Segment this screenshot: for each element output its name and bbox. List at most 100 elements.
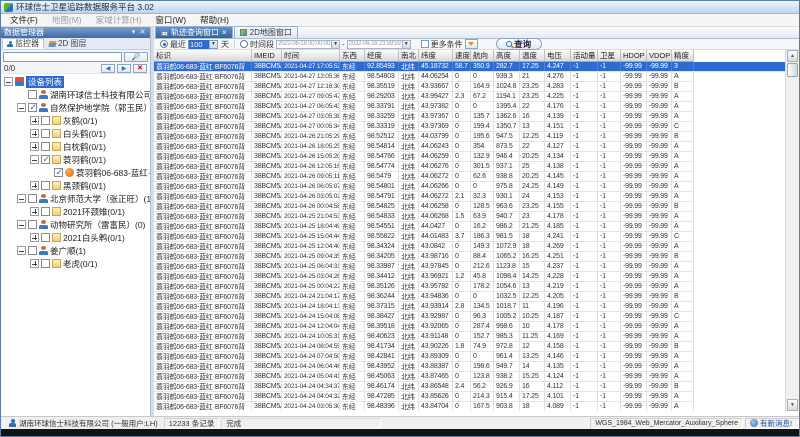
table-row[interactable]: 蓑羽鹤06-683-蓝红·BF6076背38BCM5A22021-04-25 0… [154,272,694,282]
table-row[interactable]: 蓑羽鹤06-683-蓝红·BF6076背38BCM5A22021-04-24 0… [154,352,694,362]
tree-checkbox[interactable] [41,207,50,216]
header-cell[interactable]: 时间 [282,50,340,61]
scroll-thumb[interactable] [787,63,798,77]
header-cell[interactable]: VDOP [647,50,672,61]
tab-2d-map[interactable]: 2D地图窗口 [234,26,298,38]
table-row[interactable]: 蓑羽鹤06-683-蓝红·BF6076背38BCM5A22021-04-26 2… [154,132,694,142]
header-cell[interactable]: 高度 [494,50,520,61]
table-row[interactable]: 蓑羽鹤06-683-蓝红·BF6076背38BCM5A22021-04-26 0… [154,182,694,192]
status-message-cell[interactable]: 有新消息! [745,418,799,429]
table-row[interactable]: 蓑羽鹤06-683-蓝红·BF6076背38BCM5A22021-04-24 0… [154,372,694,382]
header-cell[interactable]: IMEID [252,50,282,61]
expander-icon[interactable] [30,181,39,190]
filter-button[interactable] [465,39,478,49]
panel-tab-2d-layers[interactable]: 2D 图层 [44,38,91,49]
table-row[interactable]: 蓑羽鹤06-683-蓝红·BF6076背38BCM5A22021-04-24 2… [154,292,694,302]
table-row[interactable]: 蓑羽鹤06-683-蓝红·BF6076背38BCM5A22021-04-27 1… [154,72,694,82]
next-button[interactable]: ▶ [117,64,131,73]
tree-checkbox[interactable] [41,116,50,125]
table-row[interactable]: 蓑羽鹤06-683-蓝红·BF6076背38BCM5A22021-04-24 1… [154,332,694,342]
table-row[interactable]: 蓑羽鹤06-683-蓝红·BF6076背38BCM5A22021-04-26 1… [154,142,694,152]
table-row[interactable]: 蓑羽鹤06-683-蓝红·BF6076背38BCM5A22021-04-27 1… [154,62,785,72]
calendar-arrow-icon[interactable]: ▼ [331,41,339,48]
expander-icon[interactable] [30,207,39,216]
search-input[interactable] [3,52,122,62]
header-cell[interactable]: 标识 [154,50,252,61]
tree-checkbox[interactable] [41,233,50,242]
tree-item[interactable]: 黑颈鹤(0/1) [1,179,150,192]
table-row[interactable]: 蓑羽鹤06-683-蓝红·BF6076背38BCM5A22021-04-26 1… [154,152,694,162]
table-scrollbar[interactable]: ▲ ▼ [785,50,799,411]
header-cell[interactable]: 东西 [340,50,365,61]
expander-icon[interactable] [17,246,26,255]
tree-item[interactable]: 蓑羽鹤06-683-蓝红·BF6076背 [1,166,150,179]
tree-checkbox[interactable] [28,246,37,255]
tree-item[interactable]: 老虎(0/1) [1,257,150,270]
table-row[interactable]: 蓑羽鹤06-683-蓝红·BF6076背38BCM5A22021-04-25 0… [154,252,694,262]
table-row[interactable]: 蓑羽鹤06-683-蓝红·BF6076背38BCM5A22021-04-26 0… [154,172,694,182]
tree-item[interactable]: 自然保护地学院（郭玉民）(5) [1,101,150,114]
chevron-down-icon[interactable]: ▼ [209,41,217,48]
table-row[interactable]: 蓑羽鹤06-683-蓝红·BF6076背38BCM5A22021-04-27 0… [154,122,694,132]
expander-icon[interactable] [4,77,13,86]
header-cell[interactable]: 卫星 [598,50,621,61]
expander-icon[interactable] [30,259,39,268]
tree-checkbox[interactable] [41,259,50,268]
menu-item[interactable]: 帮助(H) [193,14,236,26]
table-row[interactable]: 蓑羽鹤06-683-蓝红·BF6076背38BCM5A22021-04-26 1… [154,162,694,172]
tree-checkbox[interactable] [41,129,50,138]
menu-item[interactable]: 窗口(W) [148,14,193,26]
tree-checkbox[interactable] [41,142,50,151]
header-cell[interactable]: 航向 [471,50,494,61]
expander-icon[interactable] [17,220,26,229]
tree-item[interactable]: 白头鹤(0/1) [1,127,150,140]
more-conditions-checkbox[interactable] [421,40,429,48]
tree-item[interactable]: 设备列表 [1,75,150,88]
expander-icon[interactable] [30,116,39,125]
table-row[interactable]: 蓑羽鹤06-683-蓝红·BF6076背38BCM5A22021-04-24 1… [154,312,694,322]
table-row[interactable]: 蓑羽鹤06-683-蓝红·BF6076背38BCM5A22021-04-25 2… [154,212,694,222]
tree-checkbox[interactable] [28,194,37,203]
header-cell[interactable]: 活动量 [571,50,598,61]
header-cell[interactable]: 经度 [365,50,399,61]
tree-item[interactable]: 灰鹤(0/1) [1,114,150,127]
tree-checkbox[interactable] [28,103,37,112]
range-radio[interactable] [240,40,248,48]
table-row[interactable]: 蓑羽鹤06-683-蓝红·BF6076背38BCM5A22021-04-24 0… [154,342,694,352]
table-row[interactable]: 蓑羽鹤06-683-蓝红·BF6076背38BCM5A22021-04-25 0… [154,282,694,292]
scroll-down-icon[interactable]: ▼ [787,399,798,411]
table-row[interactable]: 蓑羽鹤06-683-蓝红·BF6076背38BCM5A22021-04-27 1… [154,82,694,92]
tab-track-query[interactable]: 轨迹查询窗口× [155,26,233,38]
tree-checkbox[interactable] [54,168,63,177]
header-cell[interactable]: 精度 [672,50,694,61]
header-cell[interactable]: 电压 [545,50,571,61]
tree-item[interactable]: 蓑羽鹤(0/1) [1,153,150,166]
table-row[interactable]: 蓑羽鹤06-683-蓝红·BF6076背38BCM5A22021-04-24 0… [154,392,694,402]
expander-icon[interactable] [30,233,39,242]
tree-checkbox[interactable] [28,220,37,229]
expander-icon[interactable] [30,129,39,138]
find-button[interactable]: 🔎 [124,52,148,62]
scroll-up-icon[interactable]: ▲ [787,50,798,62]
tree-item[interactable]: 2021环颈雉(0/1) [1,205,150,218]
header-cell[interactable]: HDOP [621,50,647,61]
pin-icon[interactable]: ▾ [129,28,138,37]
recent-radio[interactable] [160,40,168,48]
prev-button[interactable]: ◀ [101,64,115,73]
calendar-arrow-icon[interactable]: ▼ [402,41,410,48]
expander-icon[interactable] [30,155,39,164]
table-row[interactable]: 蓑羽鹤06-683-蓝红·BF6076背38BCM5A22021-04-24 0… [154,382,694,392]
table-row[interactable]: 蓑羽鹤06-683-蓝红·BF6076背38BCM5A22021-04-25 1… [154,242,694,252]
header-cell[interactable]: 纬度 [419,50,453,61]
tree-checkbox[interactable] [41,155,50,164]
header-cell[interactable]: 温度 [520,50,545,61]
table-row[interactable]: 蓑羽鹤06-683-蓝红·BF6076背38BCM5A22021-04-25 1… [154,222,694,232]
table-row[interactable]: 蓑羽鹤06-683-蓝红·BF6076背38BCM5A22021-04-26 0… [154,202,694,212]
header-cell[interactable]: 速度 [453,50,471,61]
table-row[interactable]: 蓑羽鹤06-683-蓝红·BF6076背38BCM5A22021-04-27 0… [154,92,694,102]
table-row[interactable]: 蓑羽鹤06-683-蓝红·BF6076背38BCM5A22021-04-24 1… [154,302,694,312]
table-row[interactable]: 蓑羽鹤06-683-蓝红·BF6076背38BCM5A22021-04-25 1… [154,232,694,242]
table-row[interactable]: 蓑羽鹤06-683-蓝红·BF6076背38BCM5A22021-04-24 1… [154,322,694,332]
tree-item[interactable]: 动物研究所（雷富民）(0) [1,218,150,231]
table-row[interactable]: 蓑羽鹤06-683-蓝红·BF6076背38BCM5A22021-04-27 0… [154,102,694,112]
